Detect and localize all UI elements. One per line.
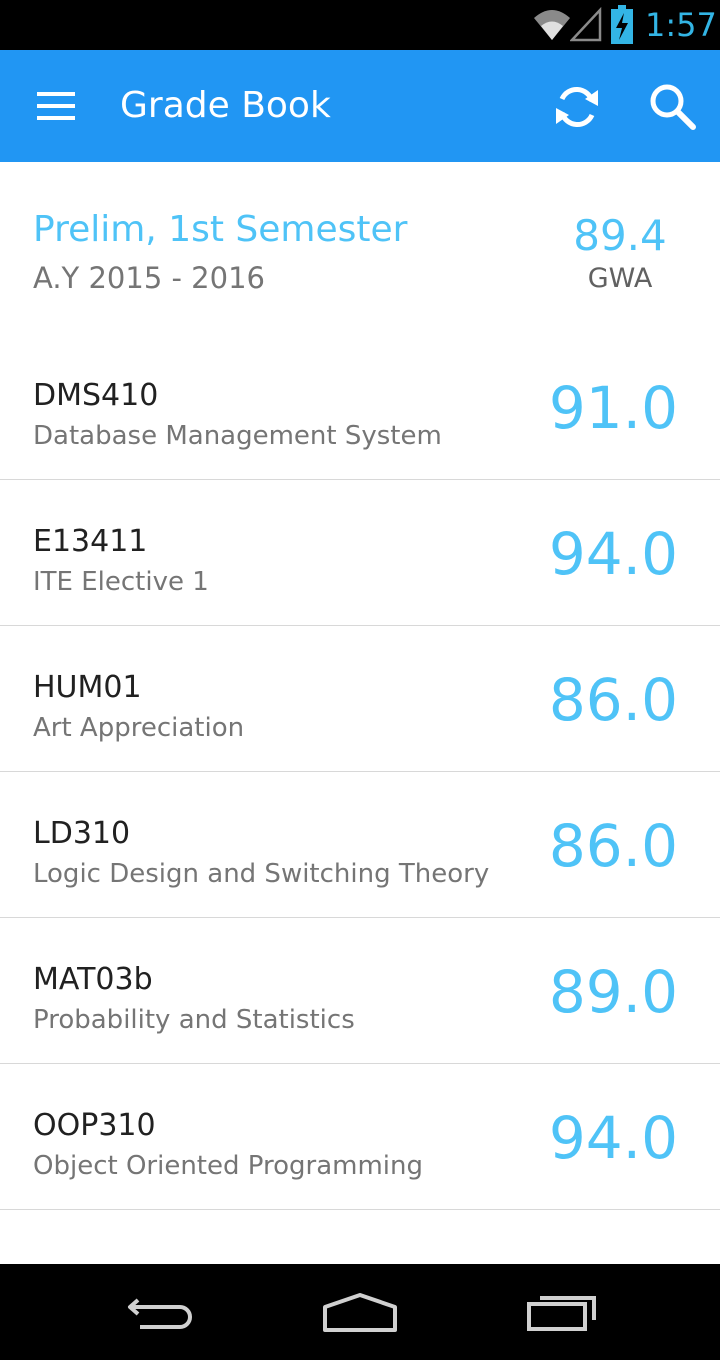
- subject-code: E13411: [33, 524, 148, 559]
- subject-row[interactable]: MAT03b Probability and Statistics 89.0: [0, 918, 720, 1064]
- recents-icon[interactable]: [526, 1290, 598, 1336]
- signal-icon: [569, 6, 602, 46]
- subject-row[interactable]: DMS410 Database Management System 91.0: [0, 334, 720, 480]
- clock: 1:57: [645, 6, 717, 44]
- navigation-bar: [0, 1264, 720, 1360]
- home-icon[interactable]: [322, 1292, 398, 1336]
- subject-name: Database Management System: [33, 421, 442, 451]
- subject-row[interactable]: OOP310 Object Oriented Programming 94.0: [0, 1064, 720, 1210]
- subject-grade: 91.0: [548, 374, 678, 442]
- subject-grade: 94.0: [548, 1104, 678, 1172]
- subject-row[interactable]: E13411 ITE Elective 1 94.0: [0, 480, 720, 626]
- subject-name: Art Appreciation: [33, 713, 245, 743]
- subject-row[interactable]: LD310 Logic Design and Switching Theory …: [0, 772, 720, 918]
- subject-grade: 86.0: [548, 666, 678, 734]
- battery-charging-icon: [610, 5, 634, 49]
- subject-name: Probability and Statistics: [33, 1005, 355, 1035]
- search-icon[interactable]: [648, 82, 698, 136]
- subject-name: Logic Design and Switching Theory: [33, 859, 490, 889]
- status-bar: 1:57: [0, 0, 720, 50]
- subject-row[interactable]: HUM01 Art Appreciation 86.0: [0, 626, 720, 772]
- subject-grade: 89.0: [548, 958, 678, 1026]
- semester-title: Prelim, 1st Semester: [33, 209, 408, 250]
- subject-grade: 94.0: [548, 520, 678, 588]
- menu-icon[interactable]: [37, 92, 75, 124]
- subject-code: OOP310: [33, 1108, 156, 1143]
- subject-grade: 86.0: [548, 812, 678, 880]
- subject-code: MAT03b: [33, 962, 153, 997]
- subject-name: ITE Elective 1: [33, 567, 209, 597]
- app-bar: Grade Book: [0, 50, 720, 162]
- subject-code: HUM01: [33, 670, 142, 705]
- subject-row[interactable]: [0, 1210, 720, 1264]
- subject-list[interactable]: DMS410 Database Management System 91.0 E…: [0, 334, 720, 1264]
- academic-year: A.Y 2015 - 2016: [33, 261, 265, 295]
- gwa-label: GWA: [587, 263, 653, 294]
- subject-code: DMS410: [33, 378, 159, 413]
- gwa-value: 89.4: [573, 211, 667, 260]
- subject-name: Object Oriented Programming: [33, 1151, 423, 1181]
- wifi-icon: [532, 6, 572, 46]
- back-icon[interactable]: [124, 1292, 196, 1336]
- subject-code: LD310: [33, 816, 131, 851]
- semester-summary: Prelim, 1st Semester A.Y 2015 - 2016 89.…: [0, 162, 720, 334]
- page-title: Grade Book: [120, 85, 331, 126]
- refresh-icon[interactable]: [552, 82, 602, 136]
